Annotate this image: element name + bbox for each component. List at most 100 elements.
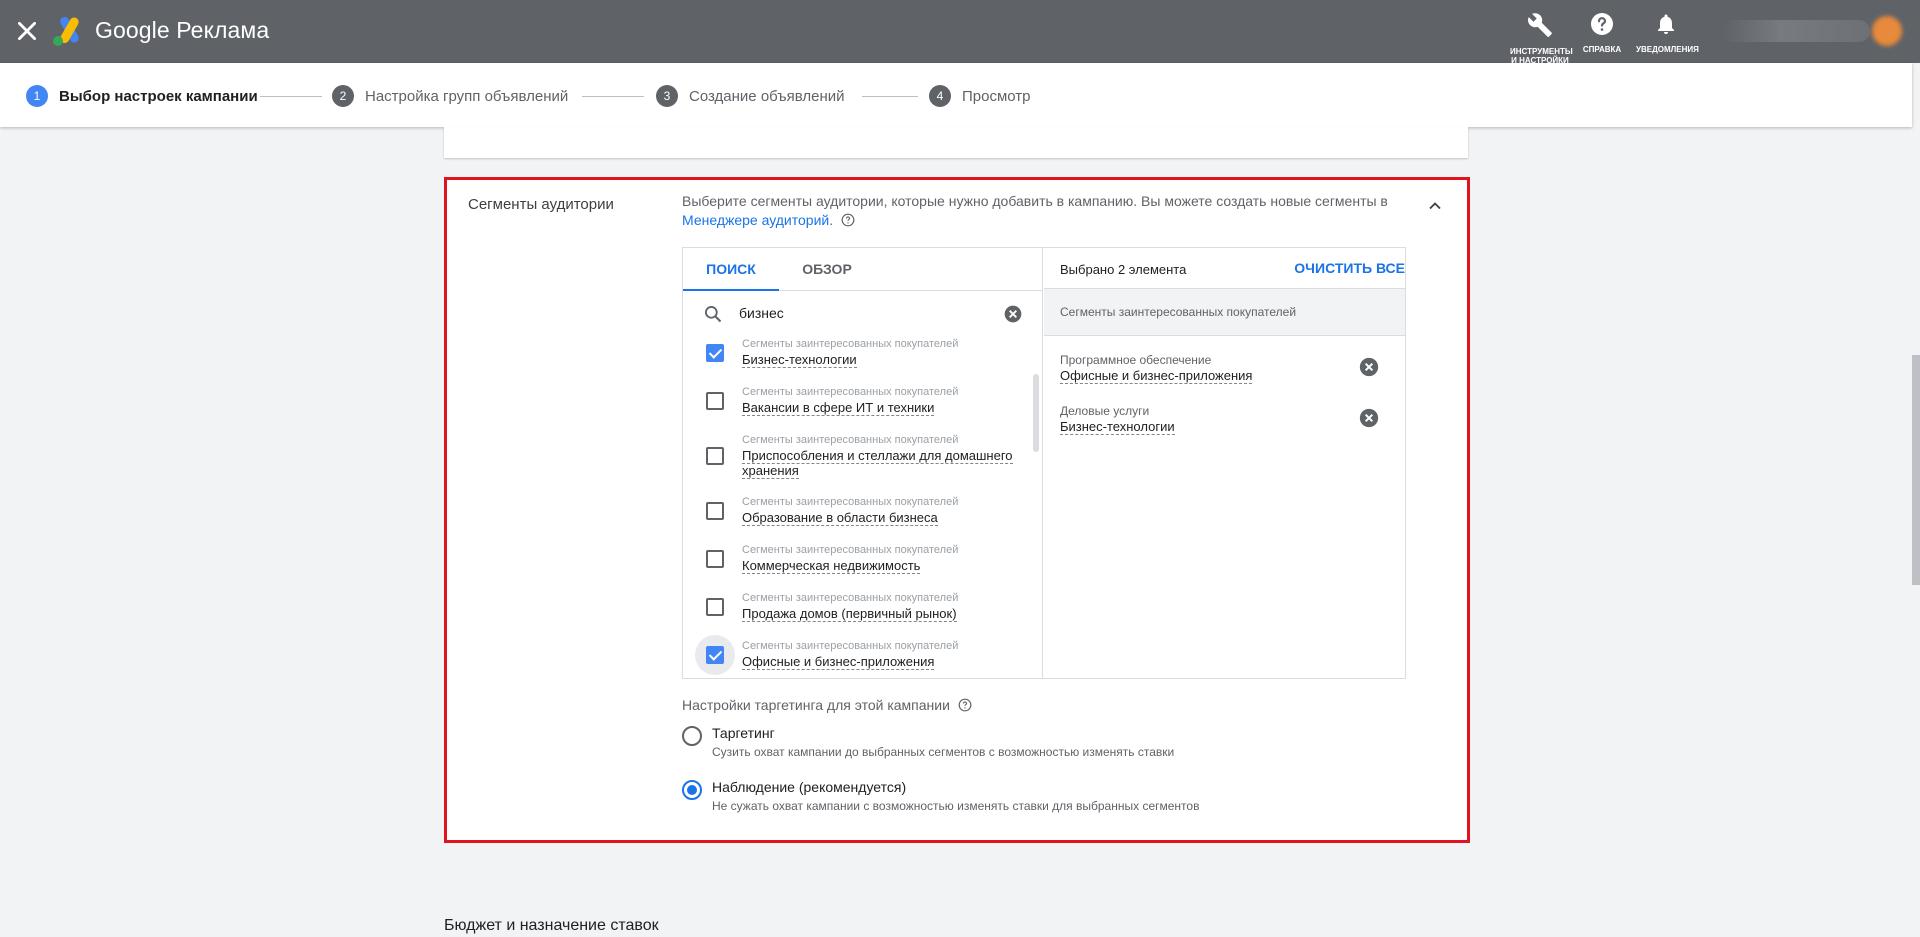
picker-tabs: ПОИСК ОБЗОР [683, 248, 1042, 291]
selected-header: Выбрано 2 элемента ОЧИСТИТЬ ВСЕ [1044, 248, 1405, 288]
step-number: 1 [26, 85, 48, 107]
radio-observation[interactable] [682, 780, 702, 800]
account-info[interactable] [1722, 20, 1870, 42]
tools-settings-button[interactable]: ИНСТРУМЕНТЫ И НАСТРОЙКИ [1510, 12, 1573, 65]
item-category: Сегменты заинтересованных покупателей [742, 434, 959, 446]
item-name-text: Образование в области бизнеса [742, 510, 938, 526]
item-name: Продажа домов (первичный рынок) [742, 606, 1024, 622]
step-2[interactable]: 2 Настройка групп объявлений [332, 85, 568, 107]
selected-item: Программное обеспечение Офисные и бизнес… [1060, 353, 1390, 384]
page-scrollbar[interactable] [1912, 355, 1920, 585]
step-3[interactable]: 3 Создание объявлений [656, 85, 845, 107]
search-icon [705, 306, 722, 323]
search-input[interactable]: бизнес [739, 305, 784, 321]
radio-targeting[interactable] [682, 726, 702, 746]
segment-picker: ПОИСК ОБЗОР бизнес Сегменты заинтересова… [682, 247, 1406, 679]
step-label: Просмотр [962, 87, 1031, 105]
targeting-title-text: Настройки таргетинга для этой кампании [682, 697, 950, 713]
targeting-option-desc: Сузить охват кампании до выбранных сегме… [712, 745, 1175, 759]
selected-group-label: Сегменты заинтересованных покупателей [1060, 305, 1297, 319]
observation-option-desc: Не сужать охват кампании с возможностью … [712, 799, 1200, 813]
section-description: Выберите сегменты аудитории, которые нуж… [682, 192, 1422, 230]
tab-search[interactable]: ПОИСК [683, 248, 779, 291]
budget-section-title[interactable]: Бюджет и назначение ставок [444, 917, 659, 935]
step-number: 2 [332, 85, 354, 107]
remove-icon[interactable] [1359, 408, 1379, 428]
step-number: 4 [929, 85, 951, 107]
top-app-bar: Google Реклама ИНСТРУМЕНТЫ И НАСТРОЙКИ С… [0, 0, 1920, 65]
selected-count: Выбрано 2 элемента [1060, 262, 1187, 277]
list-scrollbar[interactable] [1033, 374, 1039, 452]
help-circle-icon[interactable] [958, 698, 972, 712]
item-name-text: Коммерческая недвижимость [742, 558, 921, 574]
item-category: Сегменты заинтересованных покупателей [742, 386, 959, 398]
selected-item: Деловые услуги Бизнес-технологии [1060, 404, 1390, 435]
clear-all-button[interactable]: ОЧИСТИТЬ ВСЕ [1294, 260, 1405, 276]
item-category: Сегменты заинтересованных покупателей [742, 338, 959, 350]
checkbox-checked[interactable] [706, 646, 724, 664]
step-label: Создание объявлений [689, 87, 845, 105]
tab-browse[interactable]: ОБЗОР [779, 248, 875, 291]
checkbox-checked[interactable] [706, 344, 724, 362]
selected-item-category: Программное обеспечение [1060, 353, 1212, 367]
help-label: СПРАВКА [1582, 45, 1622, 54]
google-ads-logo [53, 17, 79, 46]
selected-item-name-text: Бизнес-технологии [1060, 419, 1175, 435]
help-circle-icon[interactable] [841, 213, 855, 227]
bell-icon [1658, 14, 1674, 34]
search-results-list: Сегменты заинтересованных покупателей Би… [683, 337, 1042, 678]
help-button[interactable]: СПРАВКА [1572, 12, 1632, 54]
observation-option-label: Наблюдение (рекомендуется) [712, 779, 907, 795]
step-divider [862, 96, 918, 97]
item-name: Коммерческая недвижимость [742, 558, 1024, 574]
chevron-up-icon[interactable] [1425, 196, 1445, 216]
item-name-text: Продажа домов (первичный рынок) [742, 606, 957, 622]
step-1[interactable]: 1 Выбор настроек кампании [26, 85, 258, 107]
step-4[interactable]: 4 Просмотр [929, 85, 1031, 107]
step-number: 3 [656, 85, 678, 107]
item-name: Образование в области бизнеса [742, 510, 1024, 526]
checkbox[interactable] [706, 447, 724, 465]
wrench-icon [1528, 13, 1552, 37]
item-name: Бизнес-технологии [742, 352, 1024, 368]
item-name-text: Бизнес-технологии [742, 352, 857, 368]
clear-search-icon[interactable] [1003, 304, 1023, 324]
avatar[interactable] [1872, 16, 1902, 46]
notifications-label: УВЕДОМЛЕНИЯ [1636, 45, 1699, 54]
audience-manager-link[interactable]: Менеджере аудиторий [682, 212, 829, 228]
previous-section-card [444, 127, 1468, 158]
search-row: бизнес [683, 291, 1042, 337]
notifications-button[interactable]: УВЕДОМЛЕНИЯ [1636, 12, 1699, 54]
selected-item-category: Деловые услуги [1060, 404, 1150, 418]
remove-icon[interactable] [1359, 357, 1379, 377]
step-label: Выбор настроек кампании [59, 87, 258, 105]
item-category: Сегменты заинтересованных покупателей [742, 544, 959, 556]
selected-item-name: Бизнес-технологии [1060, 419, 1390, 435]
checkbox[interactable] [706, 502, 724, 520]
step-divider [260, 96, 322, 97]
app-title: Google Реклама [95, 17, 270, 43]
item-name: Офисные и бизнес-приложения [742, 654, 1024, 670]
checkbox[interactable] [706, 550, 724, 568]
item-name: Вакансии в сфере ИТ и техники [742, 400, 1024, 416]
description-suffix: . [829, 212, 834, 228]
selected-item-name-text: Офисные и бизнес-приложения [1060, 368, 1253, 384]
item-category: Сегменты заинтересованных покупателей [742, 496, 959, 508]
selected-group-header: Сегменты заинтересованных покупателей [1044, 288, 1405, 336]
item-name-text: Вакансии в сфере ИТ и техники [742, 400, 935, 416]
item-name-text: Приспособления и стеллажи для домашнего … [742, 448, 1013, 479]
checkbox[interactable] [706, 392, 724, 410]
targeting-settings-title: Настройки таргетинга для этой кампании [682, 697, 972, 713]
checkbox[interactable] [706, 598, 724, 616]
step-divider [582, 96, 644, 97]
item-name: Приспособления и стеллажи для домашнего … [742, 448, 1024, 479]
selected-pane: Выбрано 2 элемента ОЧИСТИТЬ ВСЕ Сегменты… [1044, 248, 1405, 678]
close-icon[interactable] [14, 18, 40, 44]
item-category: Сегменты заинтересованных покупателей [742, 592, 959, 604]
item-name-text: Офисные и бизнес-приложения [742, 654, 935, 670]
search-pane: ПОИСК ОБЗОР бизнес Сегменты заинтересова… [683, 248, 1043, 678]
help-icon [1591, 13, 1613, 35]
targeting-option-label: Таргетинг [712, 725, 775, 741]
description-text: Выберите сегменты аудитории, которые нуж… [682, 193, 1388, 209]
selected-item-name: Офисные и бизнес-приложения [1060, 368, 1390, 384]
